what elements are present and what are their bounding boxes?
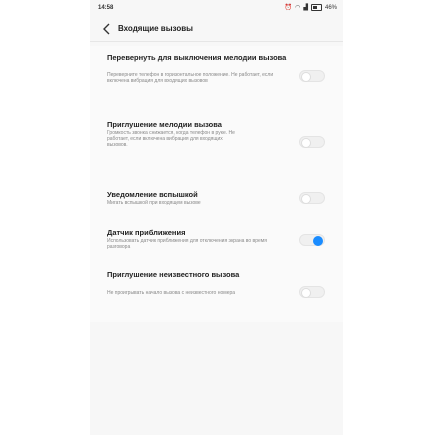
setting-flip-to-mute[interactable]: Перевернуть для выключения мелодии вызов…: [90, 46, 343, 106]
page-title: Входящие вызовы: [118, 24, 193, 33]
setting-title: Перевернуть для выключения мелодии вызов…: [107, 53, 287, 62]
toggle-knob: [313, 236, 323, 246]
toggle-knob: [301, 72, 311, 82]
setting-description: Использовать датчик приближения для откл…: [107, 238, 267, 250]
toggle-knob: [301, 288, 311, 298]
back-arrow-icon[interactable]: [102, 23, 112, 35]
status-icons: ⏰ ◠ ▟ 46%: [285, 4, 337, 11]
setting-description: Не проигрывать начало вызова с неизвестн…: [107, 290, 236, 296]
signal-icon: ▟: [303, 4, 308, 11]
header: Входящие вызовы: [90, 18, 343, 40]
wifi-icon: ◠: [295, 4, 301, 11]
settings-list: Перевернуть для выключения мелодии вызов…: [90, 46, 343, 322]
toggle-proximity-sensor[interactable]: [299, 234, 325, 246]
battery-level: 46%: [324, 4, 337, 11]
setting-proximity-sensor[interactable]: Датчик приближения Использовать датчик п…: [90, 224, 343, 258]
phone-screen: 14:58 ⏰ ◠ ▟ 46% Входящие вызовы Переверн…: [90, 0, 343, 435]
setting-title: Уведомление вспышкой: [107, 190, 198, 199]
header-divider: [90, 41, 343, 42]
setting-description: Переверните телефон в горизонтальное пол…: [107, 72, 274, 84]
toggle-mute-unknown[interactable]: [299, 286, 325, 298]
setting-quiet-ringer[interactable]: Приглушение мелодии вызова Громкость зво…: [90, 116, 343, 178]
setting-description: Мигать вспышкой при входящем вызове: [107, 200, 201, 206]
alarm-icon: ⏰: [284, 4, 293, 11]
setting-description: Громкость звонка снижается, когда телефо…: [107, 130, 235, 148]
setting-title: Датчик приближения: [107, 228, 186, 237]
status-bar: 14:58 ⏰ ◠ ▟ 46%: [90, 0, 343, 16]
toggle-flash-notification[interactable]: [299, 192, 325, 204]
setting-title: Приглушение мелодии вызова: [107, 120, 222, 129]
setting-mute-unknown[interactable]: Приглушение неизвестного вызова Не проиг…: [90, 266, 343, 318]
setting-title: Приглушение неизвестного вызова: [107, 270, 240, 279]
toggle-flip-to-mute[interactable]: [299, 70, 325, 82]
toggle-knob: [301, 194, 311, 204]
setting-flash-notification[interactable]: Уведомление вспышкой Мигать вспышкой при…: [90, 186, 343, 214]
battery-icon: [310, 4, 322, 11]
toggle-quiet-ringer[interactable]: [299, 136, 325, 148]
toggle-knob: [301, 138, 311, 148]
status-time: 14:58: [98, 5, 114, 11]
